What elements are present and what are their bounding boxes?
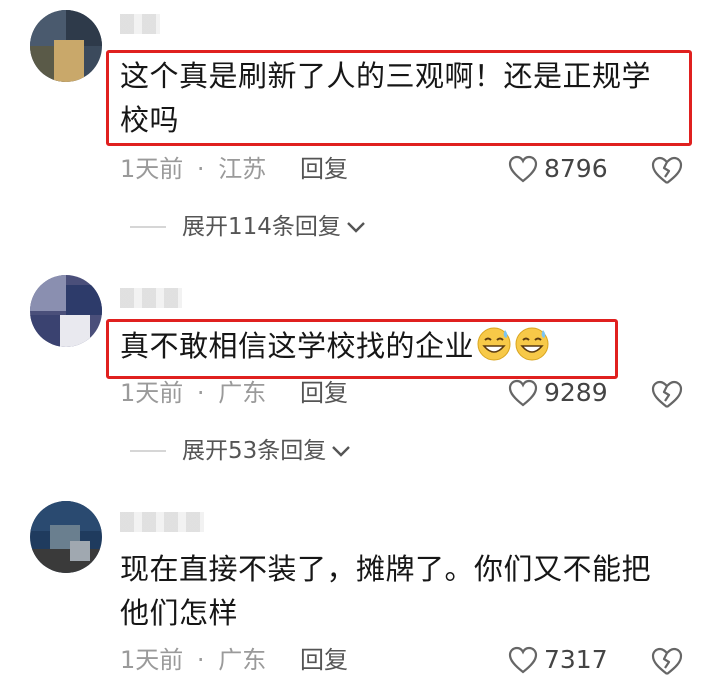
- reply-button[interactable]: 回复: [300, 154, 348, 184]
- comment-text: 这个真是刷新了人的三观啊！还是正规学 校吗: [120, 54, 680, 142]
- username[interactable]: [120, 288, 182, 308]
- avatar-pixel: [54, 40, 84, 82]
- heart-icon: [508, 155, 538, 183]
- like-button[interactable]: 9289: [508, 378, 608, 408]
- comment-text-line: 现在直接不装了，摊牌了。你们又不能把: [120, 552, 652, 586]
- avatar-pixel: [66, 285, 102, 315]
- avatar[interactable]: [30, 10, 102, 82]
- like-count: 7317: [544, 645, 608, 674]
- comment-time: 1天前: [120, 155, 184, 183]
- like-button[interactable]: 7317: [508, 645, 608, 675]
- comment-text: 真不敢相信这学校找的企业: [120, 324, 680, 368]
- comment-meta: 1天前 · 广东: [120, 645, 266, 675]
- comment-location: 江苏: [218, 155, 267, 183]
- expand-divider: [130, 450, 166, 452]
- comment-meta: 1天前 · 广东: [120, 378, 266, 408]
- chevron-down-icon: [347, 222, 365, 233]
- comment-text-line: 校吗: [120, 103, 180, 137]
- expand-label: 展开114条回复: [182, 214, 341, 240]
- avatar-pixel: [60, 315, 90, 347]
- avatar-pixel: [30, 549, 102, 573]
- comment-location: 广东: [218, 646, 267, 674]
- reply-button[interactable]: 回复: [300, 378, 348, 408]
- expand-replies[interactable]: 展开53条回复: [130, 436, 352, 466]
- like-count: 8796: [544, 154, 608, 183]
- sweat-grin-emoji: [515, 327, 549, 361]
- comment-time: 1天前: [120, 379, 184, 407]
- avatar-pixel: [30, 315, 60, 347]
- chevron-down-icon: [332, 446, 351, 457]
- comment-time: 1天前: [120, 646, 184, 674]
- comment-text-line: 这个真是刷新了人的三观啊！还是正规学: [120, 59, 652, 93]
- comment-meta: 1天前 · 江苏: [120, 154, 266, 184]
- sweat-grin-emoji: [477, 327, 511, 361]
- username[interactable]: [120, 512, 204, 532]
- reply-button[interactable]: 回复: [300, 645, 348, 675]
- expand-label: 展开53条回复: [182, 438, 327, 464]
- dislike-icon[interactable]: [650, 646, 684, 676]
- avatar-pixel: [70, 541, 90, 561]
- heart-icon: [508, 646, 538, 674]
- meta-dot: ·: [196, 155, 205, 183]
- expand-divider: [130, 226, 166, 228]
- comment-text: 现在直接不装了，摊牌了。你们又不能把 他们怎样: [120, 547, 680, 635]
- dislike-icon[interactable]: [650, 379, 684, 409]
- like-count: 9289: [544, 378, 608, 407]
- meta-dot: ·: [196, 646, 205, 674]
- expand-replies[interactable]: 展开114条回复: [130, 212, 367, 242]
- heart-icon: [508, 379, 538, 407]
- dislike-icon[interactable]: [650, 155, 684, 185]
- avatar-pixel: [30, 275, 66, 311]
- comment-text-line: 他们怎样: [120, 596, 239, 630]
- like-button[interactable]: 8796: [508, 154, 608, 184]
- avatar[interactable]: [30, 501, 102, 573]
- comment-text-line: 真不敢相信这学校找的企业: [120, 329, 475, 363]
- avatar[interactable]: [30, 275, 102, 347]
- username[interactable]: [120, 14, 160, 34]
- meta-dot: ·: [196, 379, 205, 407]
- comment-location: 广东: [218, 379, 267, 407]
